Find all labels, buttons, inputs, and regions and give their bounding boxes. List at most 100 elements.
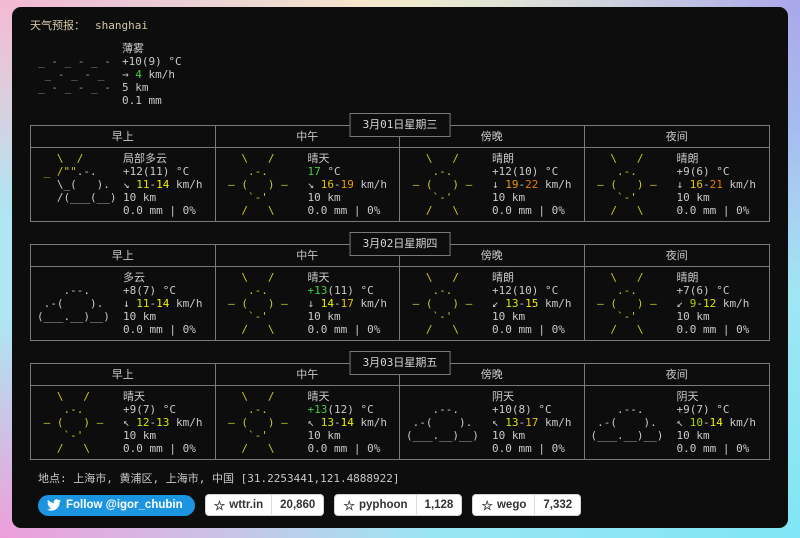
cloud-icon: .--. .-( ). (___.__)__) [590, 403, 664, 442]
visibility-value: 10 km [307, 191, 341, 204]
star-count: 7,332 [543, 498, 573, 511]
condition-label: 晴朗 [676, 152, 699, 165]
condition-label: 局部多云 [123, 152, 167, 165]
wind-value: ↙ 13-15 km/h [492, 297, 572, 310]
temperature-value: +8(7) °C [123, 284, 176, 297]
condition-label: 晴朗 [492, 271, 514, 284]
mist-icon: _ - _ - _ - _ - _ - _ _ - _ - _ - [38, 55, 111, 94]
forecast-table: 早上 中午 傍晚 夜间 \ / .-. ― ( ) ― `-' / \ 晴天 +9(7) … [30, 363, 770, 460]
temperature-value: +9(6) °C [676, 165, 730, 178]
github-star-badge-wego[interactable]: ☆ wego 7,332 [472, 494, 582, 516]
precipitation-value: 0.1 mm [122, 94, 162, 107]
forecast-row: \ / _ /"".-. \_( ). /(___(__) 局部多云 +12(11)… [31, 148, 769, 221]
forecast-row: .--. .-( ). (___.__)__) 多云 +8(7) °C ↓ 11-14 … [31, 267, 769, 340]
wind-value: ↙ 9-12 km/h [676, 297, 750, 310]
github-star-badge-wttr.in[interactable]: ☆ wttr.in 20,860 [204, 494, 325, 516]
forecast-table: 早上 中午 傍晚 夜间 \ / _ /"".-. \_( ). /(___(__) 局部… [30, 125, 770, 222]
partly-cloudy-icon: \ / _ /"".-. \_( ). /(___(__) [37, 152, 117, 204]
sun-icon: \ / .-. ― ( ) ― `-' / \ [221, 271, 288, 336]
forecast-cell: \ / .-. ― ( ) ― `-' / \ 晴天 +13(11) °C ↓ 14-… [216, 267, 400, 340]
condition-label: 晴天 [307, 390, 330, 403]
cloud-icon: .--. .-( ). (___.__)__) [37, 284, 110, 323]
forecast-cell: \ / _ /"".-. \_( ). /(___(__) 局部多云 +12(11)… [31, 148, 216, 221]
forecast-details: 晴天 17 °C ↘ 16-19 km/h 10 km 0.0 mm | 0% [308, 152, 388, 217]
wind-value: ↓ 11-14 km/h [123, 297, 203, 310]
temperature-value: +7(6) °C [676, 284, 730, 297]
condition-label: 薄雾 [122, 42, 144, 55]
city-name: shanghai [95, 19, 148, 32]
wind-value: ↘ 16-19 km/h [307, 178, 388, 191]
visibility-value: 10 km [676, 429, 710, 442]
forecast-table: 早上 中午 傍晚 夜间 .--. .-( ). (___.__)__) 多云 +8(7) °… [30, 244, 770, 341]
period-header: 早上 [31, 364, 216, 385]
sun-icon: \ / .-. ― ( ) ― `-' / \ [590, 271, 657, 336]
period-header: 早上 [31, 245, 216, 266]
condition-label: 晴朗 [492, 152, 514, 165]
temperature-value: +12(11) °C [123, 165, 190, 178]
forecast-cell: \ / .-. ― ( ) ― `-' / \ 晴朗 +9(6) °C ↓ 16-21… [585, 148, 770, 221]
repo-name: pyphoon [359, 498, 408, 511]
sun-icon: \ / .-. ― ( ) ― `-' / \ [406, 271, 473, 336]
star-icon: ☆ [481, 497, 493, 513]
precipitation-value: 0.0 mm | 0% [492, 204, 565, 217]
terminal-window: 天气预报： shanghai _ - _ - _ - _ - _ - _ _ - _… [12, 7, 788, 528]
temperature-value: +10(8) °C [492, 403, 552, 416]
forecast-details: 晴朗 +9(6) °C ↓ 16-21 km/h 10 km 0.0 mm | 0% [677, 152, 757, 217]
visibility-value: 10 km [676, 191, 710, 204]
temperature-value: +13(11) °C [307, 284, 374, 297]
temperature-value: +12(10) °C [492, 284, 559, 297]
wind-value: ↖ 13-17 km/h [492, 416, 572, 429]
repo-name: wttr.in [229, 498, 264, 511]
visibility-value: 10 km [307, 429, 341, 442]
forecast-details: 晴朗 +12(10) °C ↙ 13-15 km/h 10 km 0.0 mm | 0% [492, 271, 572, 336]
condition-label: 晴天 [307, 152, 330, 165]
temperature-value: +9(7) °C [123, 403, 176, 416]
github-star-badge-pyphoon[interactable]: ☆ pyphoon 1,128 [334, 494, 463, 516]
precipitation-value: 0.0 mm | 0% [676, 442, 750, 455]
wind-value: ↓ 14-17 km/h [307, 297, 388, 310]
forecast-cell: \ / .-. ― ( ) ― `-' / \ 晴朗 +12(10) °C ↙ 13-… [400, 267, 585, 340]
current-details: 薄雾 +10(9) °C → 4 km/h 5 km 0.1 mm [122, 42, 182, 107]
precipitation-value: 0.0 mm | 0% [123, 204, 196, 217]
page-title: 天气预报： shanghai [30, 19, 778, 32]
forecast-cell: \ / .-. ― ( ) ― `-' / \ 晴朗 +12(10) °C ↓ 19-… [400, 148, 585, 221]
forecast-details: 阴天 +9(7) °C ↖ 10-14 km/h 10 km 0.0 mm | 0% [677, 390, 757, 455]
wind-value: → 4 km/h [122, 68, 175, 81]
forecast-details: 晴朗 +12(10) °C ↓ 19-22 km/h 10 km 0.0 mm | 0% [492, 152, 572, 217]
gradient-background: 天气预报： shanghai _ - _ - _ - _ - _ - _ _ - _… [0, 0, 800, 538]
wind-value: ↓ 19-22 km/h [492, 178, 572, 191]
wind-value: ↖ 13-14 km/h [307, 416, 388, 429]
condition-label: 多云 [123, 271, 145, 284]
temperature-value: +12(10) °C [492, 165, 559, 178]
forecast-details: 局部多云 +12(11) °C ↘ 11-14 km/h 10 km 0.0 mm | … [123, 152, 203, 217]
forecast-details: 晴天 +13(12) °C ↖ 13-14 km/h 10 km 0.0 mm | 0% [308, 390, 388, 455]
visibility-value: 10 km [123, 191, 157, 204]
star-count: 1,128 [424, 498, 454, 511]
condition-label: 晴天 [123, 390, 145, 403]
twitter-follow-button[interactable]: Follow @igor_chubin [38, 494, 195, 516]
star-count: 20,860 [280, 498, 316, 511]
forecast-details: 晴天 +9(7) °C ↖ 12-13 km/h 10 km 0.0 mm | 0% [123, 390, 203, 455]
weather-report-label: 天气预报： [30, 19, 85, 32]
twitter-bird-icon [47, 498, 61, 512]
cloud-icon: .--. .-( ). (___.__)__) [406, 403, 479, 442]
forecast-day: 3月02日星期四 早上 中午 傍晚 夜间 .--. .-( ). (___.__)__)… [30, 232, 770, 341]
condition-label: 晴朗 [676, 271, 699, 284]
forecast-cell: \ / .-. ― ( ) ― `-' / \ 晴天 +9(7) °C ↖ 12-13… [31, 386, 216, 459]
location-line: 地点: 上海市, 黄浦区, 上海市, 中国 [31.2253441,121.48… [38, 472, 400, 485]
sun-icon: \ / .-. ― ( ) ― `-' / \ [406, 152, 473, 217]
date-label: 3月03日星期五 [349, 351, 451, 375]
period-header: 早上 [31, 126, 216, 147]
sun-icon: \ / .-. ― ( ) ― `-' / \ [590, 152, 657, 217]
forecast-details: 阴天 +10(8) °C ↖ 13-17 km/h 10 km 0.0 mm | 0% [492, 390, 572, 455]
forecast-days: 3月01日星期三 早上 中午 傍晚 夜间 \ / _ /"".-. \_( ). /(… [22, 113, 778, 460]
forecast-details: 多云 +8(7) °C ↓ 11-14 km/h 10 km 0.0 mm | 0% [123, 271, 203, 336]
temperature-value: 17 °C [307, 165, 341, 178]
forecast-cell: \ / .-. ― ( ) ― `-' / \ 晴天 17 °C ↘ 16-19 km… [216, 148, 400, 221]
forecast-cell: .--. .-( ). (___.__)__) 阴天 +9(7) °C ↖ 10-14 … [585, 386, 770, 459]
forecast-cell: .--. .-( ). (___.__)__) 阴天 +10(8) °C ↖ 13-17… [400, 386, 585, 459]
period-header: 夜间 [665, 368, 688, 381]
forecast-day: 3月03日星期五 早上 中午 傍晚 夜间 \ / .-. ― ( ) ― `-' / … [30, 351, 770, 460]
period-header: 夜间 [665, 249, 688, 262]
precipitation-value: 0.0 mm | 0% [123, 442, 196, 455]
